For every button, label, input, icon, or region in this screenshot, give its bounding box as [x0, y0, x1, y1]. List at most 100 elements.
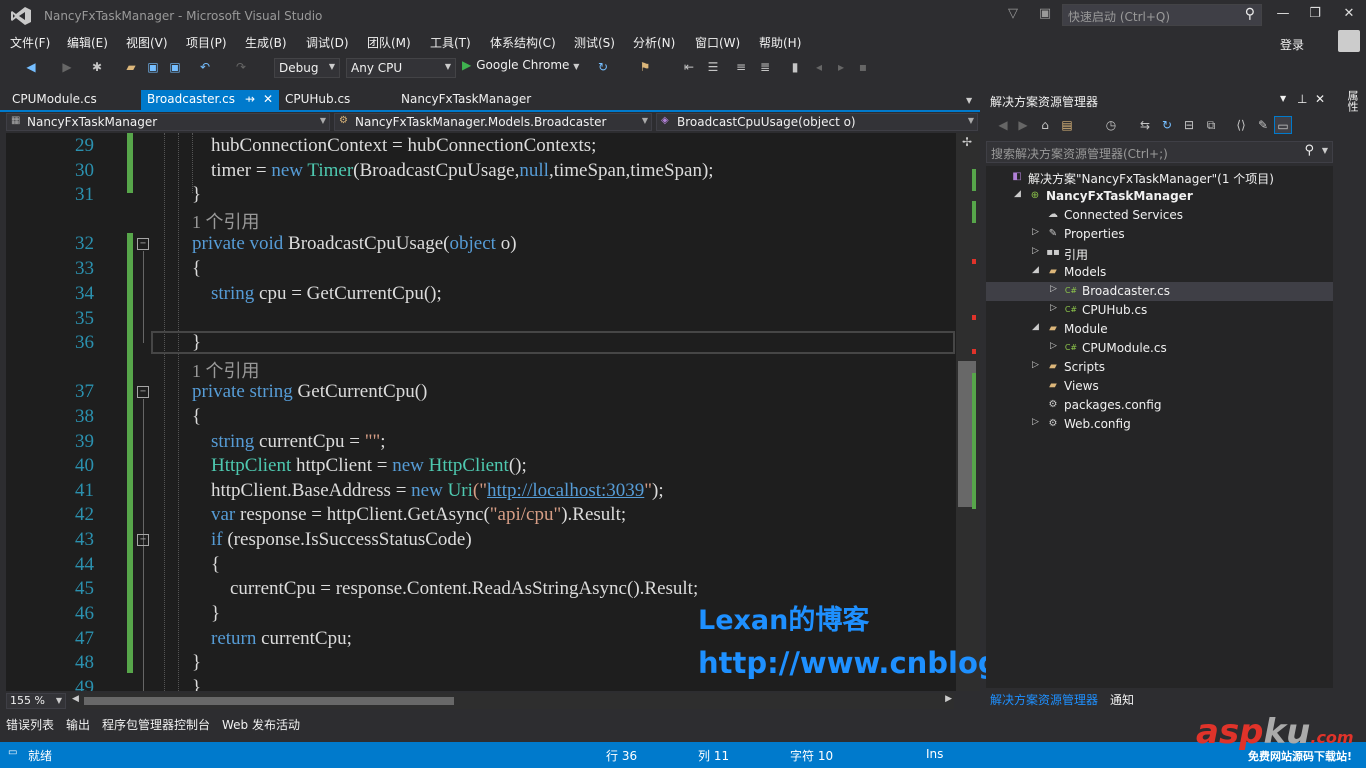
collapsed-arrow-icon[interactable]: ▷	[1032, 360, 1039, 370]
tab-notifications[interactable]: 通知	[1106, 689, 1138, 709]
menu-build[interactable]: 生成(B)	[245, 34, 287, 51]
prev-bookmark-icon[interactable]: ◂	[810, 58, 828, 76]
forward-icon[interactable]: ▶	[1014, 116, 1032, 134]
menu-analyze[interactable]: 分析(N)	[633, 34, 675, 51]
chevron-down-icon[interactable]: ▼	[1322, 146, 1328, 155]
preview-selected-icon[interactable]: ▭	[1274, 116, 1292, 134]
class-dropdown[interactable]: ⚙ NancyFxTaskManager.Models.Broadcaster …	[334, 113, 652, 131]
configuration-select[interactable]: Debug ▼	[274, 58, 340, 78]
tree-item[interactable]: ◢ ▰ Models	[986, 263, 1333, 282]
menu-help[interactable]: 帮助(H)	[759, 34, 801, 51]
next-bookmark-icon[interactable]: ▸	[832, 58, 850, 76]
menu-test[interactable]: 测试(S)	[574, 34, 615, 51]
member-dropdown[interactable]: ◈ BroadcastCpuUsage(object o) ▼	[656, 113, 978, 131]
comment-icon[interactable]: ≡	[732, 58, 750, 76]
tree-item[interactable]: ▷ ▪▪ 引用	[986, 244, 1333, 263]
tree-item[interactable]: ◢ ▰ Module	[986, 320, 1333, 339]
expanded-arrow-icon[interactable]: ◢	[1014, 189, 1021, 199]
tab-web-publish-activity[interactable]: Web 发布活动	[222, 716, 300, 733]
tree-item[interactable]: ▷ C# CPUModule.cs	[986, 339, 1333, 358]
project-dropdown[interactable]: ▦ NancyFxTaskManager ▼	[6, 113, 330, 131]
home-icon[interactable]: ⌂	[1036, 116, 1054, 134]
forward-icon[interactable]: ▶	[58, 58, 76, 76]
collapsed-arrow-icon[interactable]: ▷	[1032, 246, 1039, 256]
tree-item[interactable]: ⚙ packages.config	[986, 396, 1333, 415]
properties-side-tab[interactable]: 属性	[1342, 90, 1360, 120]
pending-changes-icon[interactable]: ◷	[1102, 116, 1120, 134]
account-avatar[interactable]	[1338, 30, 1360, 52]
collapsed-arrow-icon[interactable]: ▷	[1032, 227, 1039, 237]
tab-broadcaster[interactable]: Broadcaster.cs ⇸ ✕	[141, 90, 279, 110]
refresh-icon[interactable]: ↻	[1158, 116, 1176, 134]
tab-dropdown-icon[interactable]: ▼	[960, 90, 978, 110]
menu-project[interactable]: 项目(P)	[186, 34, 227, 51]
codelens-reference[interactable]: 1 个引用	[6, 357, 956, 382]
tree-item[interactable]: ▷ ▰ Scripts	[986, 358, 1333, 377]
solution-search-input[interactable]: 搜索解决方案资源管理器(Ctrl+;) ⚲ ▼	[986, 141, 1333, 163]
menu-tools[interactable]: 工具(T)	[430, 34, 471, 51]
zoom-select[interactable]: 155 % ▼	[6, 693, 66, 709]
scroll-thumb[interactable]	[84, 697, 454, 705]
tab-cpumodule[interactable]: CPUModule.cs	[6, 90, 103, 110]
quick-launch-input[interactable]: 快速启动 (Ctrl+Q) ⚲	[1062, 4, 1262, 26]
sync-icon[interactable]: ⇆	[1136, 116, 1154, 134]
refresh-icon[interactable]: ↻	[594, 58, 612, 76]
save-all-icon[interactable]: ▣	[166, 58, 184, 76]
menu-edit[interactable]: 编辑(E)	[67, 34, 108, 51]
step-icon[interactable]: ⇤	[680, 58, 698, 76]
save-icon[interactable]: ▣	[144, 58, 162, 76]
tree-item[interactable]: ▷ ✎ Properties	[986, 225, 1333, 244]
platform-select[interactable]: Any CPU ▼	[346, 58, 456, 78]
bookmark-icon[interactable]: ▮	[786, 58, 804, 76]
pin-icon[interactable]: ⇸	[245, 92, 255, 106]
menu-window[interactable]: 窗口(W)	[695, 34, 740, 51]
tree-item[interactable]: ◢ ⊕ NancyFxTaskManager	[986, 187, 1333, 206]
split-editor-icon[interactable]: ✢	[962, 135, 972, 149]
close-tab-icon[interactable]: ✕	[263, 92, 273, 106]
format-icon[interactable]: ☰	[704, 58, 722, 76]
tree-item[interactable]: ◧ 解决方案"NancyFxTaskManager"(1 个项目)	[986, 168, 1333, 187]
clear-bookmarks-icon[interactable]: ▪	[854, 58, 872, 76]
menu-file[interactable]: 文件(F)	[10, 34, 50, 51]
back-icon[interactable]: ◀	[22, 58, 40, 76]
start-debugging-button[interactable]: ▶ Google Chrome ▼	[462, 58, 579, 72]
collapse-all-icon[interactable]: ⊟	[1180, 116, 1198, 134]
undo-icon[interactable]: ↶	[196, 58, 214, 76]
tab-cpuhub[interactable]: CPUHub.cs	[279, 90, 356, 110]
codelens-reference[interactable]: 1 个引用	[6, 208, 956, 233]
tree-item[interactable]: ▰ Views	[986, 377, 1333, 396]
new-project-icon[interactable]: ✱	[88, 58, 106, 76]
browser-link-icon[interactable]: ⚑	[636, 58, 654, 76]
switch-views-icon[interactable]: ▤	[1058, 116, 1076, 134]
menu-debug[interactable]: 调试(D)	[306, 34, 349, 51]
show-all-files-icon[interactable]: ⧉	[1202, 116, 1220, 134]
collapsed-arrow-icon[interactable]: ▷	[1032, 417, 1039, 427]
tab-nancyfxtaskmanager[interactable]: NancyFxTaskManager	[395, 90, 537, 110]
tree-item[interactable]: ☁ Connected Services	[986, 206, 1333, 225]
vertical-scrollbar[interactable]: ✢	[956, 133, 980, 691]
back-icon[interactable]: ◀	[994, 116, 1012, 134]
collapsed-arrow-icon[interactable]: ▷	[1050, 303, 1057, 313]
login-link[interactable]: 登录	[1280, 36, 1304, 53]
open-file-icon[interactable]: ▰	[122, 58, 140, 76]
tab-error-list[interactable]: 错误列表	[6, 716, 54, 733]
minimize-button[interactable]: —	[1268, 2, 1298, 26]
tree-item[interactable]: ▷ C# CPUHub.cs	[986, 301, 1333, 320]
menu-view[interactable]: 视图(V)	[126, 34, 168, 51]
collapsed-arrow-icon[interactable]: ▷	[1050, 341, 1057, 351]
collapsed-arrow-icon[interactable]: ▷	[1050, 284, 1057, 294]
chevron-down-icon[interactable]: ▼	[1280, 94, 1286, 103]
pin-icon[interactable]: ⊥	[1297, 92, 1307, 106]
view-code-icon[interactable]: ⟨⟩	[1232, 116, 1250, 134]
tree-item[interactable]: ▷ ⚙ Web.config	[986, 415, 1333, 434]
uncomment-icon[interactable]: ≣	[756, 58, 774, 76]
menu-architecture[interactable]: 体系结构(C)	[490, 34, 556, 51]
horizontal-scrollbar[interactable]: ◀ ▶	[70, 693, 954, 709]
expanded-arrow-icon[interactable]: ◢	[1032, 265, 1039, 275]
close-icon[interactable]: ✕	[1315, 92, 1325, 106]
properties-icon[interactable]: ✎	[1254, 116, 1272, 134]
feedback-icon[interactable]: ▣	[1036, 6, 1054, 24]
maximize-button[interactable]: ❐	[1300, 2, 1330, 26]
tree-item[interactable]: ▷ C# Broadcaster.cs	[986, 282, 1333, 301]
tab-solution-explorer[interactable]: 解决方案资源管理器	[986, 689, 1103, 709]
